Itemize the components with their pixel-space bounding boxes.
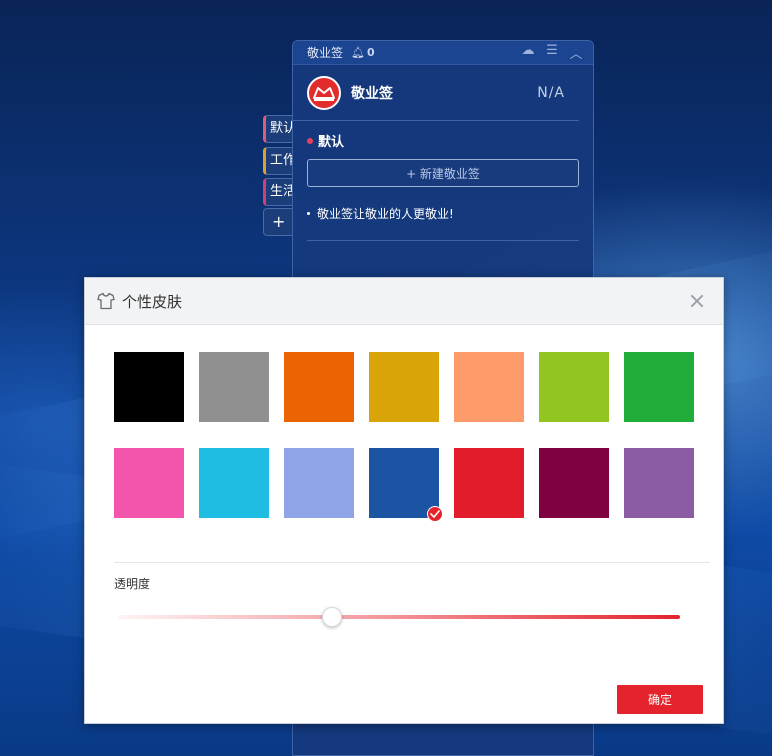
- bell-icon[interactable]: 🔔︎: [351, 46, 365, 59]
- side-tab-work[interactable]: 工作: [263, 147, 293, 175]
- widget-title: 敬业签: [307, 46, 344, 60]
- tshirt-icon: [97, 292, 115, 310]
- app-logo-icon: [307, 75, 341, 110]
- color-swatch[interactable]: [454, 448, 524, 518]
- color-swatch[interactable]: [199, 352, 269, 422]
- color-swatch-grid: [114, 352, 694, 522]
- opacity-slider-thumb[interactable]: [321, 607, 342, 627]
- folder-row: 默认: [293, 121, 593, 150]
- color-swatch[interactable]: [624, 448, 694, 518]
- folder-dot-icon: [307, 137, 313, 144]
- color-swatch[interactable]: [539, 352, 609, 422]
- note-bullet-icon: [307, 212, 310, 215]
- color-swatch[interactable]: [114, 352, 184, 422]
- app-name: 敬业签: [351, 85, 393, 102]
- color-swatch[interactable]: [369, 352, 439, 422]
- widget-header: 敬业签 N/A: [293, 65, 579, 121]
- user-status[interactable]: N/A: [537, 85, 565, 101]
- color-swatch[interactable]: [539, 448, 609, 518]
- add-category-button[interactable]: +: [263, 208, 293, 236]
- side-tab-default[interactable]: 默认: [263, 115, 293, 143]
- selected-check-icon: [427, 506, 443, 522]
- note-text: 敬业签让敬业的人更敬业!: [317, 207, 454, 221]
- color-swatch[interactable]: [114, 448, 184, 518]
- new-note-button[interactable]: + 新建敬业签: [307, 159, 579, 187]
- cloud-sync-icon[interactable]: ☁: [521, 43, 535, 62]
- reminder-count: 0: [366, 46, 375, 59]
- color-swatch[interactable]: [284, 352, 354, 422]
- close-icon[interactable]: [689, 293, 705, 309]
- note-item[interactable]: 敬业签让敬业的人更敬业!: [293, 187, 593, 222]
- widget-titlebar: 敬业签 🔔︎ 0 ☁ ☰ ︿: [293, 41, 593, 65]
- color-swatch[interactable]: [199, 448, 269, 518]
- opacity-label: 透明度: [114, 577, 151, 591]
- color-swatch[interactable]: [284, 448, 354, 518]
- dialog-header: 个性皮肤: [85, 278, 723, 325]
- confirm-button[interactable]: 确定: [617, 685, 703, 714]
- collapse-icon[interactable]: ︿: [569, 43, 583, 62]
- note-divider: [307, 240, 579, 241]
- opacity-slider-track[interactable]: [118, 615, 680, 619]
- menu-icon[interactable]: ☰: [545, 43, 559, 62]
- skin-dialog: 个性皮肤 透明度 确定: [84, 277, 724, 724]
- logo-glyph-icon: [313, 86, 335, 101]
- folder-name: 默认: [318, 135, 345, 150]
- side-tab-life[interactable]: 生活: [263, 178, 293, 206]
- color-swatch[interactable]: [454, 352, 524, 422]
- dialog-title: 个性皮肤: [122, 292, 183, 311]
- section-divider: [114, 562, 710, 563]
- color-swatch[interactable]: [369, 448, 443, 522]
- color-swatch[interactable]: [624, 352, 694, 422]
